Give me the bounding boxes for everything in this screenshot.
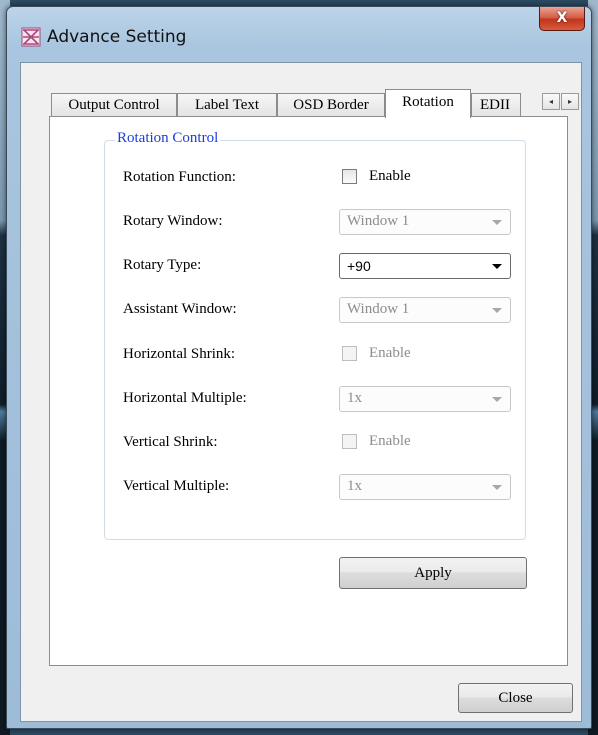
assistant-window-label: Assistant Window: (123, 301, 237, 317)
row-assistant-window: Assistant Window: Window 1 (123, 297, 523, 323)
vertical-shrink-label: Vertical Shrink: (123, 434, 218, 450)
rotation-function-label: Rotation Function: (123, 169, 236, 185)
rotary-type-label: Rotary Type: (123, 257, 202, 273)
app-icon (21, 27, 41, 47)
row-rotary-type: Rotary Type: +90 (123, 253, 523, 279)
vertical-multiple-label: Vertical Multiple: (123, 478, 230, 494)
select-value: Window 1 (347, 301, 410, 317)
row-vertical-multiple: Vertical Multiple: 1x (123, 474, 523, 500)
chevron-down-icon (492, 220, 502, 225)
horizontal-multiple-select[interactable]: 1x (339, 386, 511, 412)
checkbox-box[interactable] (342, 169, 357, 184)
advance-setting-window: Advance Setting X Output Control Label T… (6, 6, 592, 729)
select-value: +90 (347, 258, 371, 274)
row-horizontal-multiple: Horizontal Multiple: 1x (123, 386, 523, 412)
row-horizontal-shrink: Horizontal Shrink: Enable (123, 342, 523, 368)
rotation-tab-panel: Rotation Control Rotation Function: Enab… (49, 116, 568, 666)
title-bar[interactable]: Advance Setting X (7, 7, 591, 57)
row-rotary-window: Rotary Window: Window 1 (123, 209, 523, 235)
window-title: Advance Setting (47, 27, 187, 47)
tab-scroll-right-icon[interactable]: ▸ (561, 93, 579, 110)
tab-scroll-buttons: ◂ ▸ (542, 93, 580, 111)
dialog-client-area: Output Control Label Text OSD Border Rot… (20, 62, 582, 722)
checkbox-label[interactable]: Enable (369, 345, 411, 362)
checkbox-label[interactable]: Enable (369, 433, 411, 450)
rotary-type-select[interactable]: +90 (339, 253, 511, 279)
tab-osd-border[interactable]: OSD Border (277, 93, 385, 117)
tab-label-text[interactable]: Label Text (177, 93, 277, 117)
tab-rotation[interactable]: Rotation (385, 89, 471, 118)
window-close-button[interactable]: X (539, 7, 585, 31)
vertical-multiple-select[interactable]: 1x (339, 474, 511, 500)
chevron-down-icon (492, 264, 502, 269)
rotation-control-group: Rotation Control Rotation Function: Enab… (104, 130, 526, 540)
horizontal-shrink-label: Horizontal Shrink: (123, 346, 236, 362)
group-title: Rotation Control (115, 130, 221, 147)
chevron-down-icon (492, 308, 502, 313)
tab-output-control[interactable]: Output Control (51, 93, 177, 117)
row-vertical-shrink: Vertical Shrink: Enable (123, 430, 523, 456)
checkbox-box[interactable] (342, 346, 357, 361)
assistant-window-select[interactable]: Window 1 (339, 297, 511, 323)
horizontal-multiple-label: Horizontal Multiple: (123, 390, 247, 406)
tab-scroll-left-icon[interactable]: ◂ (542, 93, 560, 110)
checkbox-box[interactable] (342, 434, 357, 449)
checkbox-label[interactable]: Enable (369, 168, 411, 185)
apply-button[interactable]: Apply (339, 557, 527, 589)
select-value: 1x (347, 390, 362, 406)
row-rotation-function: Rotation Function: Enable (123, 165, 523, 191)
close-button[interactable]: Close (458, 683, 573, 713)
rotary-window-select[interactable]: Window 1 (339, 209, 511, 235)
select-value: Window 1 (347, 213, 410, 229)
tab-edid[interactable]: EDII (471, 93, 521, 117)
rotary-window-label: Rotary Window: (123, 213, 223, 229)
select-value: 1x (347, 478, 362, 494)
chevron-down-icon (492, 397, 502, 402)
chevron-down-icon (492, 485, 502, 490)
